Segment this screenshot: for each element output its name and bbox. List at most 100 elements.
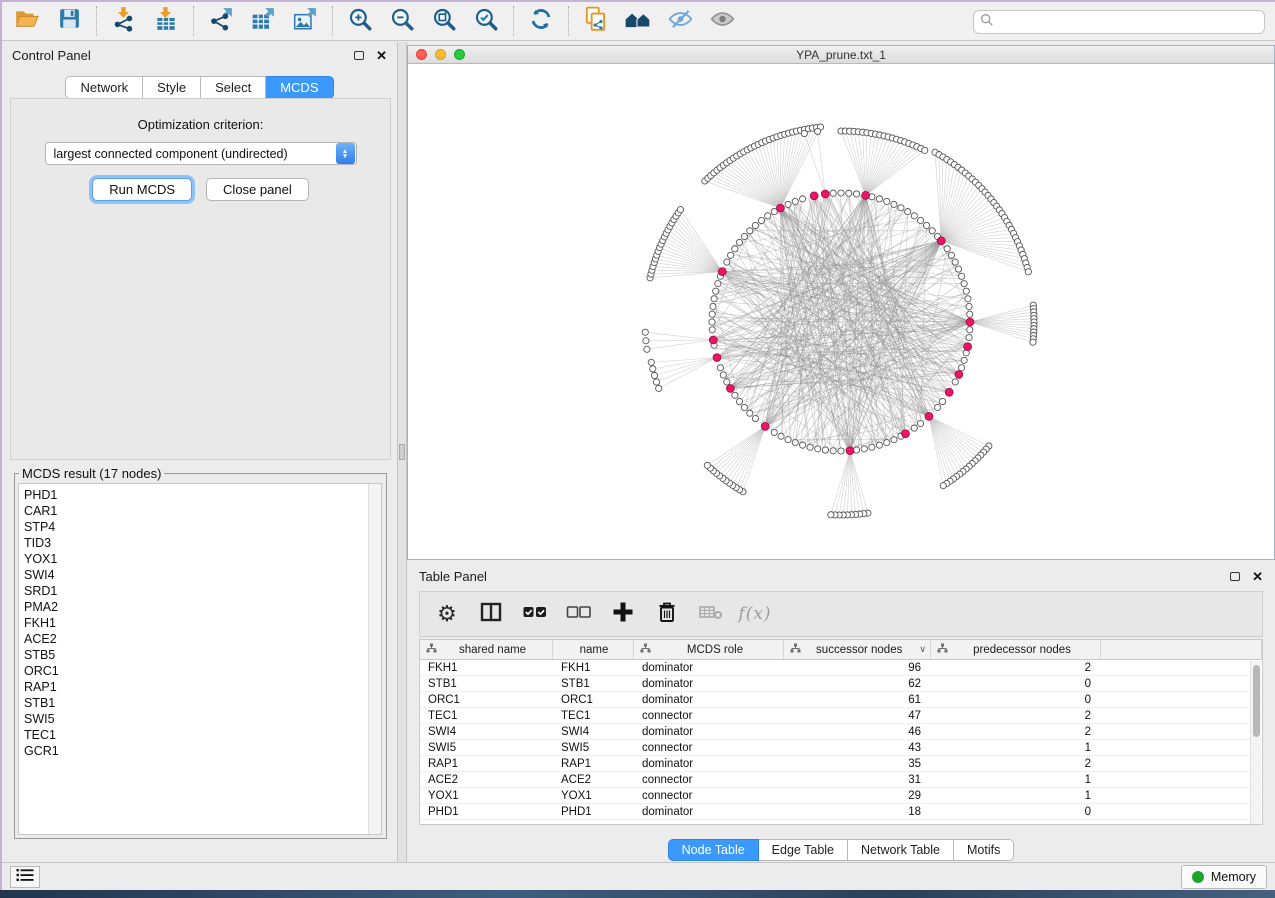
zoom-out-button[interactable] (381, 4, 423, 38)
float-table-panel-button[interactable] (1230, 572, 1240, 581)
mcds-result-title: MCDS result (17 nodes) (19, 466, 164, 481)
table-row[interactable]: RAP1RAP1dominator352 (420, 756, 1262, 772)
export-table-button[interactable] (242, 4, 284, 38)
column-chooser-button[interactable] (474, 597, 508, 631)
panel-menu-button[interactable] (10, 866, 40, 888)
tab-mcds[interactable]: MCDS (266, 76, 333, 99)
list-item[interactable]: RAP1 (24, 679, 381, 695)
save-session-button[interactable] (48, 4, 90, 38)
hide-selected-button[interactable] (659, 4, 701, 38)
list-item[interactable]: FKH1 (24, 615, 381, 631)
table-row[interactable]: ORC1ORC1dominator610 (420, 692, 1262, 708)
add-column-button[interactable] (606, 597, 640, 631)
table-row[interactable]: SWI4SWI4dominator462 (420, 724, 1262, 740)
list-item[interactable]: TEC1 (24, 727, 381, 743)
list-item[interactable]: SRD1 (24, 583, 381, 599)
close-table-panel-button[interactable]: ✕ (1252, 570, 1263, 583)
import-network-icon (111, 6, 137, 37)
zoom-in-button[interactable] (339, 4, 381, 38)
search-field[interactable] (973, 10, 1265, 34)
table-row[interactable]: TEC1TEC1connector472 (420, 708, 1262, 724)
list-item[interactable]: GCR1 (24, 743, 381, 759)
close-panel-button[interactable]: ✕ (376, 49, 387, 62)
float-panel-button[interactable] (354, 51, 364, 60)
table-settings-button[interactable]: ⚙ (430, 597, 464, 631)
copy-network-view-button[interactable] (575, 4, 617, 38)
plus-icon (611, 600, 635, 629)
tab-network[interactable]: Network (65, 76, 143, 99)
column-header-name[interactable]: name (553, 640, 634, 659)
list-icon (16, 868, 34, 887)
delete-table-button[interactable] (694, 597, 728, 631)
first-neighbors-button[interactable] (617, 4, 659, 38)
criterion-dropdown[interactable]: largest connected component (undirected)… (45, 142, 357, 165)
import-network-button[interactable] (103, 4, 145, 38)
zoom-selected-button[interactable] (465, 4, 507, 38)
list-item[interactable]: ACE2 (24, 631, 381, 647)
sort-descending-icon: ∨ (919, 644, 926, 655)
delete-column-button[interactable] (650, 597, 684, 631)
table-scrollbar-thumb[interactable] (1253, 665, 1260, 737)
tab-node-table[interactable]: Node Table (668, 839, 759, 861)
network-window-titlebar[interactable]: YPA_prune.txt_1 (408, 46, 1274, 64)
function-builder-button[interactable]: f(x) (738, 597, 772, 631)
network-graph-canvas[interactable] (408, 64, 1274, 560)
table-row[interactable]: FKH1FKH1dominator962 (420, 660, 1262, 676)
mcds-result-box: MCDS result (17 nodes) PHD1 CAR1 STP4 TI… (14, 466, 387, 839)
export-network-icon (208, 6, 234, 37)
zoom-in-icon (347, 6, 373, 37)
column-header-filler (1101, 640, 1262, 659)
list-item[interactable]: CAR1 (24, 503, 381, 519)
tab-select[interactable]: Select (201, 76, 266, 99)
hierarchy-icon (937, 643, 948, 656)
splitter-grip[interactable] (399, 444, 405, 460)
control-panel: Control Panel ✕ Network Style Select MCD… (2, 42, 397, 862)
tab-motifs[interactable]: Motifs (954, 839, 1014, 861)
import-table-icon (153, 6, 179, 37)
vertical-splitter[interactable] (397, 42, 407, 862)
list-item[interactable]: PMA2 (24, 599, 381, 615)
open-file-button[interactable] (6, 4, 48, 38)
list-item[interactable]: ORC1 (24, 663, 381, 679)
tab-style[interactable]: Style (143, 76, 201, 99)
control-panel-tabs: Network Style Select MCDS (2, 76, 397, 99)
column-header-mcds-role[interactable]: MCDS role (634, 640, 784, 659)
list-item[interactable]: PHD1 (24, 487, 381, 503)
export-image-button[interactable] (284, 4, 326, 38)
refresh-button[interactable] (520, 4, 562, 38)
hierarchy-icon (790, 643, 801, 656)
list-item[interactable]: TID3 (24, 535, 381, 551)
table-row[interactable]: STB1STB1dominator620 (420, 676, 1262, 692)
table-scrollbar[interactable] (1250, 661, 1261, 824)
search-icon (980, 13, 994, 32)
deselect-all-button[interactable] (562, 597, 596, 631)
table-row[interactable]: SWI5SWI5connector431 (420, 740, 1262, 756)
close-mcds-panel-button[interactable]: Close panel (206, 178, 309, 201)
table-panel-title: Table Panel (419, 569, 487, 584)
list-item[interactable]: SWI5 (24, 711, 381, 727)
tab-edge-table[interactable]: Edge Table (759, 839, 848, 861)
list-item[interactable]: SWI4 (24, 567, 381, 583)
show-all-button[interactable] (701, 4, 743, 38)
export-network-button[interactable] (200, 4, 242, 38)
zoom-fit-button[interactable] (423, 4, 465, 38)
list-item[interactable]: YOX1 (24, 551, 381, 567)
list-item[interactable]: STB5 (24, 647, 381, 663)
list-scrollbar[interactable] (368, 484, 381, 834)
run-mcds-button[interactable]: Run MCDS (92, 178, 192, 201)
column-header-predecessor-nodes[interactable]: predecessor nodes (931, 640, 1101, 659)
import-table-button[interactable] (145, 4, 187, 38)
table-row[interactable]: PHD1PHD1dominator180 (420, 804, 1262, 820)
column-header-successor-nodes[interactable]: successor nodes∨ (784, 640, 931, 659)
select-all-button[interactable] (518, 597, 552, 631)
hierarchy-icon (640, 643, 651, 656)
table-row[interactable]: YOX1YOX1connector291 (420, 788, 1262, 804)
mcds-result-list[interactable]: PHD1 CAR1 STP4 TID3 YOX1 SWI4 SRD1 PMA2 … (18, 483, 382, 835)
memory-button[interactable]: Memory (1181, 865, 1267, 889)
list-item[interactable]: STB1 (24, 695, 381, 711)
table-row[interactable]: ACE2ACE2connector311 (420, 772, 1262, 788)
search-input[interactable] (998, 15, 1258, 29)
column-header-shared-name[interactable]: shared name (420, 640, 553, 659)
list-item[interactable]: STP4 (24, 519, 381, 535)
tab-network-table[interactable]: Network Table (848, 839, 954, 861)
